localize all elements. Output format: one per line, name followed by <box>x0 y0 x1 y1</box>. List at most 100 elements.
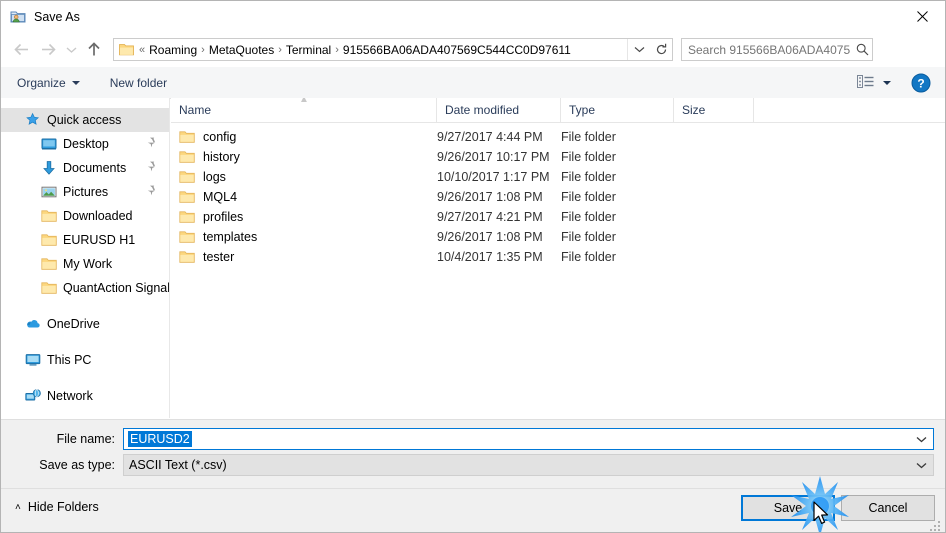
sidebar-item-desktop[interactable]: Desktop <box>1 132 169 156</box>
sidebar-label: This PC <box>47 353 92 367</box>
sidebar-item-pictures[interactable]: Pictures <box>1 180 169 204</box>
refresh-icon[interactable] <box>650 39 672 60</box>
file-name-text: MQL4 <box>203 190 238 204</box>
folder-icon <box>179 150 195 164</box>
window-title: Save As <box>34 9 80 24</box>
save-as-type-row: Save as type: ASCII Text (*.csv) <box>1 454 945 476</box>
breadcrumb-item-roaming[interactable]: Roaming <box>146 43 200 57</box>
new-folder-button[interactable]: New folder <box>102 72 175 94</box>
search-input[interactable] <box>682 41 852 58</box>
table-row[interactable]: templates 9/26/2017 1:08 PM File folder <box>171 227 945 247</box>
file-rows: config 9/27/2017 4:44 PM File folder his… <box>171 123 945 267</box>
chevron-down-icon[interactable] <box>627 39 650 60</box>
sidebar-item-onedrive[interactable]: OneDrive <box>1 312 169 336</box>
resize-grip[interactable] <box>930 519 942 531</box>
navigation-bar: « Roaming › MetaQuotes › Terminal › 9155… <box>1 32 945 67</box>
desktop-icon <box>41 136 57 152</box>
command-bar: Organize New folder ? <box>1 67 945 99</box>
sidebar-item-my-work[interactable]: My Work <box>1 252 169 276</box>
sidebar-item-quantaction-signal[interactable]: QuantAction Signal <box>1 276 169 300</box>
file-type-cell: File folder <box>561 130 616 144</box>
back-button[interactable] <box>9 37 35 63</box>
file-name-cell: templates <box>171 230 437 244</box>
table-row[interactable]: config 9/27/2017 4:44 PM File folder <box>171 127 945 147</box>
pin-icon[interactable] <box>147 161 157 175</box>
file-name-cell: MQL4 <box>171 190 437 204</box>
svg-text:?: ? <box>917 76 924 90</box>
organize-label: Organize <box>17 75 66 90</box>
onedrive-icon <box>25 316 41 332</box>
cancel-button[interactable]: Cancel <box>841 495 935 521</box>
view-mode-button[interactable] <box>853 72 895 94</box>
file-name-field[interactable]: EURUSD2 <box>123 428 934 450</box>
save-as-type-field[interactable]: ASCII Text (*.csv) <box>123 454 934 476</box>
breadcrumb-item-metaquotes[interactable]: MetaQuotes <box>206 43 277 57</box>
chevron-down-icon <box>71 80 80 85</box>
sidebar-item-documents[interactable]: Documents <box>1 156 169 180</box>
close-button[interactable] <box>899 1 945 32</box>
breadcrumb-item-terminal[interactable]: Terminal <box>283 43 334 57</box>
file-date-cell: 9/26/2017 1:08 PM <box>437 190 543 204</box>
sidebar-item-network[interactable]: Network <box>1 384 169 408</box>
network-icon <box>25 388 41 404</box>
column-header-size[interactable]: Size <box>674 98 754 122</box>
file-name-cell: logs <box>171 170 437 184</box>
table-row[interactable]: profiles 9/27/2017 4:21 PM File folder <box>171 207 945 227</box>
folder-icon <box>41 208 57 224</box>
organize-button[interactable]: Organize <box>9 72 88 94</box>
this-pc-icon <box>25 352 41 368</box>
folder-icon <box>41 256 57 272</box>
help-button[interactable]: ? <box>911 73 931 93</box>
file-name-cell: tester <box>171 250 437 264</box>
hide-folders-button[interactable]: ˄ Hide Folders <box>15 500 99 514</box>
table-row[interactable]: tester 10/4/2017 1:35 PM File folder <box>171 247 945 267</box>
sidebar-item-quick-access[interactable]: Quick access <box>1 108 169 132</box>
table-row[interactable]: MQL4 9/26/2017 1:08 PM File folder <box>171 187 945 207</box>
file-type-cell: File folder <box>561 210 616 224</box>
file-name-text: templates <box>203 230 258 244</box>
breadcrumb-overflow[interactable]: « <box>138 44 146 56</box>
chevron-down-icon <box>883 80 891 85</box>
save-as-type-label: Save as type: <box>39 458 115 472</box>
sidebar-label: Pictures <box>63 185 109 199</box>
column-header-type[interactable]: Type <box>561 98 674 122</box>
pin-icon[interactable] <box>147 185 157 199</box>
file-name-cell: config <box>171 130 437 144</box>
sidebar-item-this-pc[interactable]: This PC <box>1 348 169 372</box>
chevron-down-icon[interactable] <box>909 429 933 449</box>
folder-icon <box>179 190 195 204</box>
view-mode-icon <box>857 74 874 91</box>
file-name-label: File name: <box>56 432 115 446</box>
file-name-value[interactable]: EURUSD2 <box>128 431 192 447</box>
chevron-down-icon[interactable] <box>909 455 933 475</box>
sidebar-item-downloaded[interactable]: Downloaded <box>1 204 169 228</box>
breadcrumb-item-guid[interactable]: 915566BA06ADA407569C544CC0D97611 <box>340 43 574 57</box>
folder-icon <box>179 130 195 144</box>
file-date-cell: 9/26/2017 10:17 PM <box>437 150 550 164</box>
table-row[interactable]: history 9/26/2017 10:17 PM File folder <box>171 147 945 167</box>
search-box[interactable] <box>681 38 873 61</box>
file-date-cell: 9/26/2017 1:08 PM <box>437 230 543 244</box>
recent-locations-button[interactable] <box>61 37 81 63</box>
folder-icon <box>119 43 134 56</box>
file-type-cell: File folder <box>561 190 616 204</box>
file-date-cell: 9/27/2017 4:21 PM <box>437 210 543 224</box>
breadcrumb: « Roaming › MetaQuotes › Terminal › 9155… <box>138 43 627 57</box>
file-name-text: config <box>203 130 237 144</box>
table-row[interactable]: logs 10/10/2017 1:17 PM File folder <box>171 167 945 187</box>
sidebar-label: Downloaded <box>63 209 133 223</box>
sidebar-item-eurusd-h1[interactable]: EURUSD H1 <box>1 228 169 252</box>
sidebar-label: Quick access <box>47 113 122 127</box>
navigation-pane: Quick access Desktop Documents Pictures … <box>1 98 170 418</box>
forward-button[interactable] <box>35 37 61 63</box>
save-button[interactable]: Save <box>741 495 835 521</box>
pin-icon[interactable] <box>147 137 157 151</box>
column-header-date-modified[interactable]: Date modified <box>437 98 561 122</box>
chevron-up-icon: ˄ <box>15 501 21 513</box>
address-bar[interactable]: « Roaming › MetaQuotes › Terminal › 9155… <box>113 38 673 61</box>
hide-folders-label: Hide Folders <box>27 500 99 514</box>
folder-icon <box>179 170 195 184</box>
up-button[interactable] <box>81 37 107 63</box>
